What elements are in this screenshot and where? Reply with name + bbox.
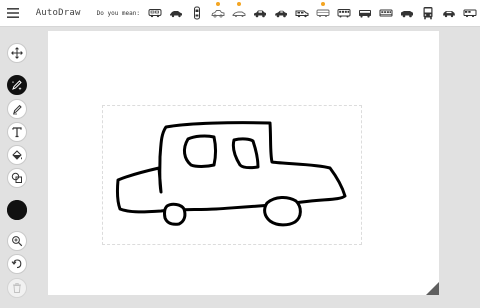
car-van-icon	[295, 10, 308, 18]
suggestion-badge-dot	[236, 2, 241, 6]
suggestion-item[interactable]	[270, 0, 291, 26]
top-bar: AutoDraw Do you mean:	[0, 0, 480, 27]
car-sport-icon	[232, 11, 245, 17]
car-outline-icon	[316, 9, 329, 17]
trash-icon	[13, 282, 21, 293]
shape-tool-button[interactable]	[7, 168, 27, 188]
suggestion-item[interactable]	[228, 0, 249, 26]
zoom-in-icon	[12, 236, 23, 247]
suggestion-item[interactable]	[459, 0, 480, 26]
hamburger-menu-icon	[7, 8, 20, 18]
suggestion-item[interactable]	[291, 0, 312, 26]
fill-tool-button[interactable]	[7, 145, 27, 165]
text-icon	[12, 127, 22, 138]
undo-button[interactable]	[7, 254, 27, 274]
move-tool-button[interactable]	[7, 43, 27, 63]
color-swatch-icon	[7, 200, 27, 220]
suggestion-item[interactable]	[396, 0, 417, 26]
car-doodle-drawing	[115, 121, 347, 227]
car-wagon-icon	[463, 9, 476, 18]
color-picker-button[interactable]	[7, 200, 27, 220]
suggestion-item[interactable]	[144, 0, 165, 26]
suggestion-item[interactable]	[249, 0, 270, 26]
canvas-resize-handle[interactable]	[426, 282, 439, 295]
truck-icon	[400, 11, 413, 18]
bus-icon	[337, 9, 350, 18]
suggestion-item[interactable]	[375, 0, 396, 26]
car-hatch-icon	[253, 10, 266, 18]
suggestion-item[interactable]	[354, 0, 375, 26]
suggestion-item[interactable]	[312, 0, 333, 26]
pencil-icon	[13, 104, 22, 115]
car-sedan-icon	[169, 11, 182, 18]
suggestion-item[interactable]	[417, 0, 438, 26]
zoom-tool-button[interactable]	[7, 231, 27, 251]
suggestion-label: Do you mean:	[96, 9, 140, 17]
suggestion-strip	[144, 0, 480, 26]
car-sketch-icon	[210, 10, 224, 18]
car-top-view-icon	[193, 6, 200, 20]
car-front-icon	[442, 11, 455, 18]
suggestion-item[interactable]	[438, 0, 459, 26]
car-coupe-icon	[274, 10, 287, 18]
undo-icon	[11, 259, 22, 269]
left-toolbar	[0, 26, 36, 308]
delete-button[interactable]	[7, 278, 27, 298]
app-title: AutoDraw	[35, 8, 81, 18]
car-bus-icon	[148, 9, 161, 18]
suggestion-item[interactable]	[207, 0, 228, 26]
bus-front-icon	[423, 7, 432, 20]
draw-tool-button[interactable]	[7, 99, 27, 119]
suggestion-badge-dot	[215, 2, 220, 6]
bus-side-icon	[358, 10, 371, 18]
autodraw-tool-button[interactable]	[7, 75, 27, 95]
autodraw-pencil-icon	[11, 80, 22, 91]
train-icon	[379, 9, 392, 17]
suggestion-item[interactable]	[333, 0, 354, 26]
suggestion-item[interactable]	[165, 0, 186, 26]
drawing-canvas[interactable]	[48, 31, 439, 295]
suggestion-item[interactable]	[186, 0, 207, 26]
menu-button[interactable]	[5, 0, 22, 26]
type-tool-button[interactable]	[7, 122, 27, 142]
move-arrows-icon	[11, 47, 23, 59]
paint-bucket-icon	[12, 150, 22, 160]
shapes-icon	[11, 172, 22, 183]
suggestion-badge-dot	[320, 2, 325, 6]
